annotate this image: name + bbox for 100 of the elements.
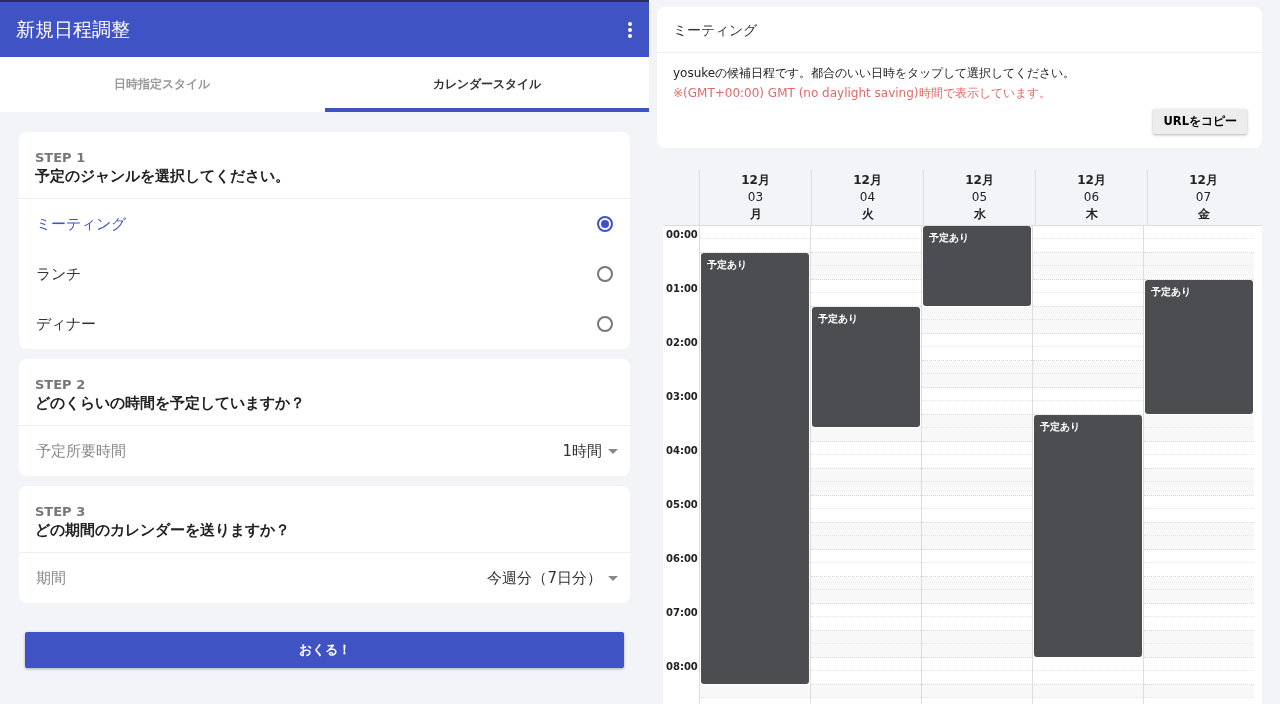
free-slot[interactable]	[1144, 590, 1254, 604]
weekday-label: 木	[1084, 206, 1099, 223]
caret-icon	[608, 448, 618, 454]
weekday-label: 水	[972, 206, 987, 223]
free-slot[interactable]	[922, 631, 1032, 644]
free-slot[interactable]	[811, 266, 921, 280]
free-slot[interactable]	[922, 685, 1032, 698]
free-slot[interactable]	[922, 361, 1032, 374]
copy-url-button[interactable]: URLをコピー	[1153, 109, 1247, 134]
date-label: 06	[1082, 189, 1101, 206]
free-slot[interactable]	[922, 428, 1032, 442]
free-slot[interactable]	[922, 307, 1032, 320]
date-label: 03	[746, 189, 765, 206]
free-slot[interactable]	[1033, 253, 1143, 266]
month-label: 12月	[1188, 172, 1219, 189]
dropdown-field[interactable]: 今週分（7日分）	[487, 568, 618, 588]
free-slot[interactable]	[1033, 361, 1143, 374]
month-label: 12月	[852, 172, 883, 189]
radio-option[interactable]: ランチ	[19, 249, 630, 299]
free-slot[interactable]	[811, 482, 921, 496]
free-slot[interactable]	[1033, 685, 1143, 698]
step-label: STEP 2	[35, 377, 87, 392]
free-slot[interactable]	[1144, 523, 1254, 536]
field-label: 予定所要時間	[36, 441, 126, 461]
free-slot[interactable]	[1144, 577, 1254, 590]
free-slot[interactable]	[922, 536, 1032, 550]
free-slot[interactable]	[922, 482, 1032, 496]
free-slot[interactable]	[1033, 266, 1143, 280]
free-slot[interactable]	[922, 374, 1032, 388]
time-label: 05:00	[666, 499, 698, 510]
month-label: 12月	[1076, 172, 1107, 189]
free-slot[interactable]	[1033, 307, 1143, 320]
free-slot[interactable]	[1144, 536, 1254, 550]
free-slot[interactable]	[922, 320, 1032, 334]
dropdown-field[interactable]: 1時間	[562, 441, 618, 461]
free-slot[interactable]	[811, 253, 921, 266]
event-label: 予定あり	[707, 259, 747, 271]
more-icon[interactable]	[627, 20, 633, 39]
time-label: 06:00	[666, 553, 698, 564]
time-label: 08:00	[666, 661, 698, 672]
free-slot[interactable]	[1144, 253, 1254, 266]
step-label: STEP 3	[35, 504, 87, 519]
submit-button[interactable]: おくる！	[25, 632, 624, 668]
date-label: 05	[970, 189, 989, 206]
time-label: 02:00	[666, 337, 698, 348]
step-question: どの期間のカレンダーを送りますか？	[35, 521, 291, 540]
free-slot[interactable]	[1144, 469, 1254, 482]
free-slot[interactable]	[811, 644, 921, 658]
weekday-label: 火	[860, 206, 875, 223]
free-slot[interactable]	[1033, 320, 1143, 334]
timezone-note: ※(GMT+00:00) GMT (no daylight saving)時間で表示しています。	[673, 85, 1052, 102]
app-title: 新規日程調整	[16, 16, 130, 42]
instruction-text: yosukeの候補日程です。都合のいい日時をタップして選択してください。	[673, 65, 1077, 82]
free-slot[interactable]	[811, 631, 921, 644]
free-slot[interactable]	[922, 415, 1032, 428]
time-label: 03:00	[666, 391, 698, 402]
time-label: 00:00	[666, 229, 698, 240]
free-slot[interactable]	[922, 644, 1032, 658]
free-slot[interactable]	[811, 523, 921, 536]
free-slot[interactable]	[922, 523, 1032, 536]
free-slot[interactable]	[811, 469, 921, 482]
event-label: 予定あり	[1040, 421, 1080, 433]
free-slot[interactable]	[1144, 631, 1254, 644]
free-slot[interactable]	[811, 685, 921, 698]
step-question: どのくらいの時間を予定していますか？	[35, 394, 306, 413]
step-label: STEP 1	[35, 150, 87, 165]
free-slot[interactable]	[811, 428, 921, 442]
free-slot[interactable]	[811, 536, 921, 550]
date-label: 07	[1194, 189, 1213, 206]
free-slot[interactable]	[1144, 644, 1254, 658]
free-slot[interactable]	[922, 590, 1032, 604]
step-question: 予定のジャンルを選択してください。	[35, 167, 291, 186]
preview-title: ミーティング	[657, 7, 1262, 53]
caret-icon	[608, 575, 618, 581]
date-label: 04	[858, 189, 877, 206]
radio-button[interactable]	[597, 216, 613, 232]
field-label: 期間	[36, 568, 66, 588]
free-slot[interactable]	[922, 577, 1032, 590]
weekday-label: 月	[748, 206, 763, 223]
radio-button[interactable]	[597, 316, 613, 332]
free-slot[interactable]	[1144, 266, 1254, 280]
event-label: 予定あり	[818, 313, 858, 325]
radio-option[interactable]: ミーティング	[19, 199, 630, 249]
free-slot[interactable]	[1033, 374, 1143, 388]
free-slot[interactable]	[1144, 415, 1254, 428]
free-slot[interactable]	[1144, 482, 1254, 496]
radio-button[interactable]	[597, 266, 613, 282]
month-label: 12月	[740, 172, 771, 189]
free-slot[interactable]	[811, 590, 921, 604]
free-slot[interactable]	[811, 577, 921, 590]
time-label: 04:00	[666, 445, 698, 456]
weekday-label: 金	[1196, 206, 1211, 223]
free-slot[interactable]	[1144, 685, 1254, 698]
month-label: 12月	[964, 172, 995, 189]
radio-option[interactable]: ディナー	[19, 299, 630, 349]
free-slot[interactable]	[1144, 428, 1254, 442]
free-slot[interactable]	[922, 469, 1032, 482]
free-slot[interactable]	[700, 685, 810, 698]
time-label: 07:00	[666, 607, 698, 618]
event-label: 予定あり	[1151, 286, 1191, 298]
